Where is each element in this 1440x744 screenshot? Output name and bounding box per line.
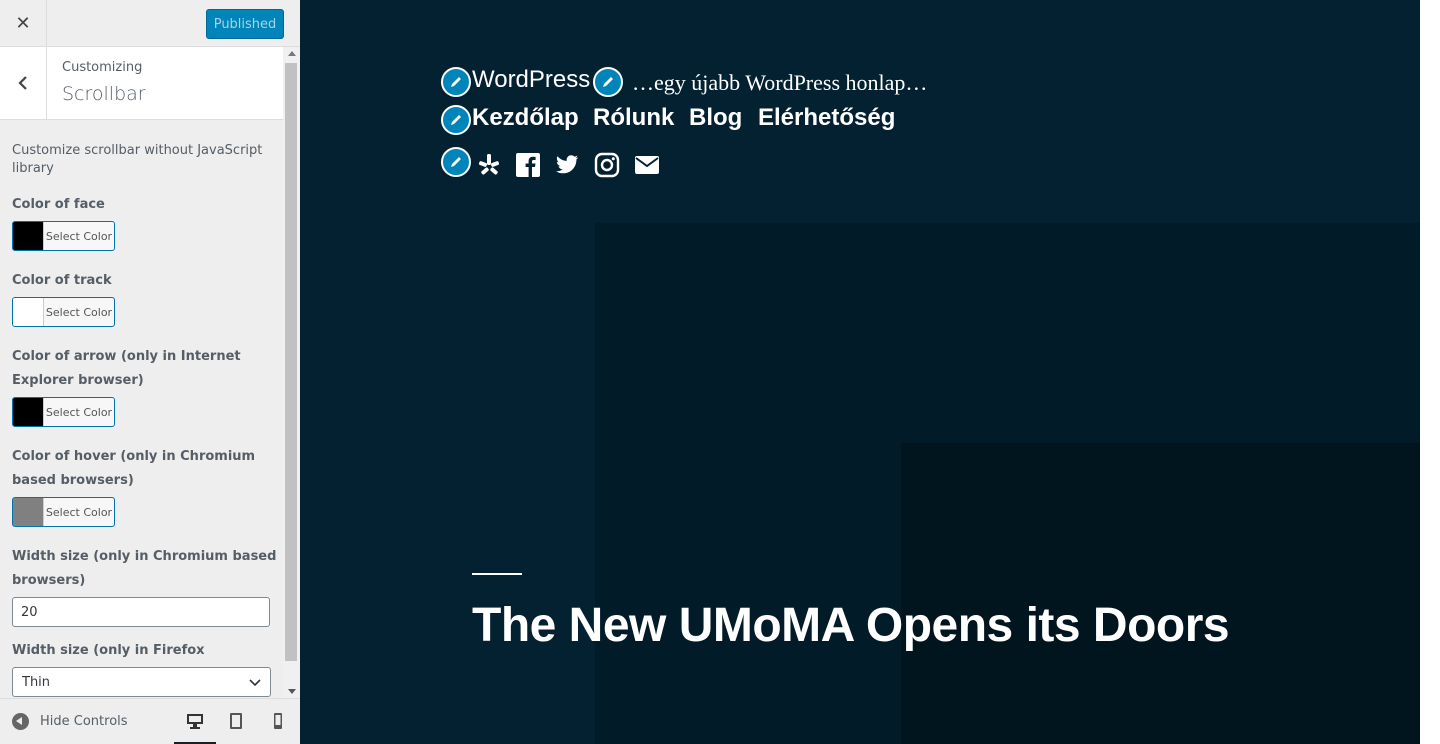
arrow-color-button[interactable]: Select Color: [12, 397, 115, 427]
site-tagline: …egy újabb WordPress honlap…: [632, 70, 928, 95]
hero-title[interactable]: The New UMoMA Opens its Doors: [472, 598, 1230, 653]
pencil-icon: [603, 77, 613, 87]
customizer-header: ✕ Published: [0, 0, 300, 47]
select-color-label: Select Color: [45, 405, 113, 419]
pencil-icon: [451, 77, 461, 87]
hide-controls-button[interactable]: Hide Controls: [12, 713, 128, 730]
site-preview: WordPress …egy újabb WordPress honlap… K…: [300, 0, 1420, 744]
select-color-label: Select Color: [45, 505, 113, 519]
select-color-label: Select Color: [45, 305, 113, 319]
facebook-icon[interactable]: [515, 152, 541, 178]
customizer-footer: Hide Controls: [0, 698, 300, 744]
menu-item-blog[interactable]: Blog: [689, 104, 742, 132]
hover-color-button[interactable]: Select Color: [12, 497, 115, 527]
pencil-icon: [451, 115, 461, 125]
width-firefox-select[interactable]: Thin: [12, 667, 271, 697]
section-description: Customize scrollbar without JavaScript l…: [12, 143, 263, 176]
yelp-icon[interactable]: [476, 152, 502, 178]
published-button[interactable]: Published: [206, 9, 284, 39]
section-title: Scrollbar: [62, 83, 146, 105]
edit-menu-button[interactable]: [441, 105, 471, 135]
collapse-icon: [12, 713, 29, 730]
hide-controls-label: Hide Controls: [40, 714, 128, 729]
scroll-up-arrow[interactable]: [288, 51, 296, 56]
face-color-label: Color of face: [12, 197, 105, 212]
desktop-icon[interactable]: [185, 711, 205, 731]
close-button[interactable]: ✕: [0, 0, 47, 47]
section-header: Customizing Scrollbar: [0, 47, 283, 120]
customizer-sidebar: ✕ Published Customizing Scrollbar Custom…: [0, 0, 300, 744]
width-chromium-input[interactable]: 20: [12, 597, 270, 627]
track-color-button[interactable]: Select Color: [12, 297, 115, 327]
width-firefox-value: Thin: [22, 674, 51, 690]
edit-site-title-button[interactable]: [441, 67, 471, 97]
pencil-icon: [451, 157, 461, 167]
twitter-icon[interactable]: [554, 152, 580, 178]
hover-color-swatch: [13, 498, 44, 526]
scroll-down-arrow[interactable]: [288, 689, 296, 694]
width-chromium-label: Width size (only in Chromium based brows…: [12, 549, 277, 588]
edit-tagline-button[interactable]: [593, 67, 623, 97]
face-color-button[interactable]: Select Color: [12, 221, 115, 251]
preview-scrollbar-gutter: [1420, 0, 1440, 744]
instagram-icon[interactable]: [594, 152, 620, 178]
chevron-left-icon: [18, 76, 27, 90]
track-color-label: Color of track: [12, 273, 112, 288]
chevron-down-icon: [249, 679, 261, 687]
face-color-swatch: [13, 222, 44, 250]
scrollbar-thumb[interactable]: [285, 63, 297, 661]
menu-item-about[interactable]: Rólunk: [593, 104, 674, 132]
mobile-icon[interactable]: [268, 711, 288, 731]
site-title[interactable]: WordPress: [472, 66, 590, 94]
track-color-swatch: [13, 298, 44, 326]
menu-item-home[interactable]: Kezdőlap: [472, 104, 579, 132]
hero-bg-shade-inner: [901, 443, 1420, 744]
select-color-label: Select Color: [45, 229, 113, 243]
edit-social-menu-button[interactable]: [441, 147, 471, 177]
arrow-color-label: Color of arrow (only in Internet Explore…: [12, 349, 241, 388]
tablet-icon[interactable]: [226, 711, 246, 731]
arrow-color-swatch: [13, 398, 44, 426]
customizer-app: ✕ Published Customizing Scrollbar Custom…: [0, 0, 1440, 744]
controls-panel: Customize scrollbar without JavaScript l…: [0, 120, 283, 698]
sidebar-scrollbar[interactable]: [283, 47, 300, 698]
menu-item-contact[interactable]: Elérhetőség: [758, 104, 895, 132]
mail-icon[interactable]: [634, 152, 660, 178]
hover-color-label: Color of hover (only in Chromium based b…: [12, 449, 256, 488]
back-button[interactable]: [0, 47, 47, 119]
breadcrumb: Customizing: [62, 60, 143, 75]
hero-divider: [472, 573, 522, 575]
